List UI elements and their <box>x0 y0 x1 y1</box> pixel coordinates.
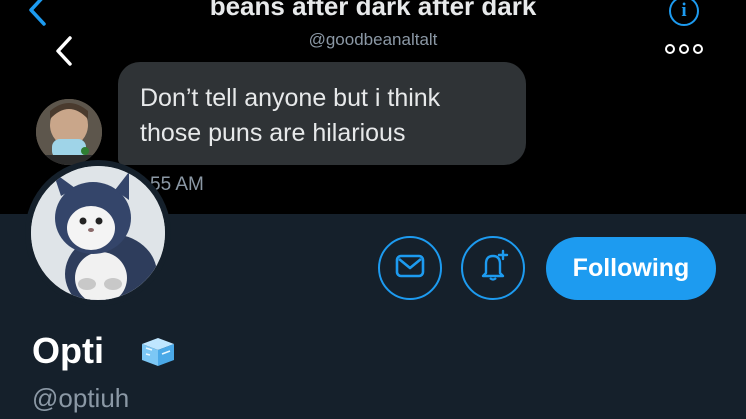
back-button[interactable] <box>54 36 74 71</box>
profile-username: @optiuh <box>32 383 130 413</box>
profile-avatar[interactable] <box>25 160 171 306</box>
message-bubble[interactable]: Don’t tell anyone but i think those puns… <box>118 62 526 165</box>
notifications-button[interactable] <box>461 236 525 300</box>
conversation-title: beans after dark after dark <box>209 0 537 21</box>
profile-display-name: Opti <box>32 330 104 371</box>
info-icon[interactable]: i <box>669 0 699 26</box>
conversation-handle: @goodbeanaltalt <box>308 30 438 49</box>
message-button[interactable] <box>378 236 442 300</box>
bell-plus-icon <box>476 249 510 288</box>
envelope-icon <box>395 253 425 284</box>
sender-avatar[interactable] <box>36 99 102 165</box>
following-button[interactable]: Following <box>546 237 716 300</box>
ice-cube-icon <box>138 334 178 373</box>
more-options-icon[interactable] <box>665 44 703 54</box>
